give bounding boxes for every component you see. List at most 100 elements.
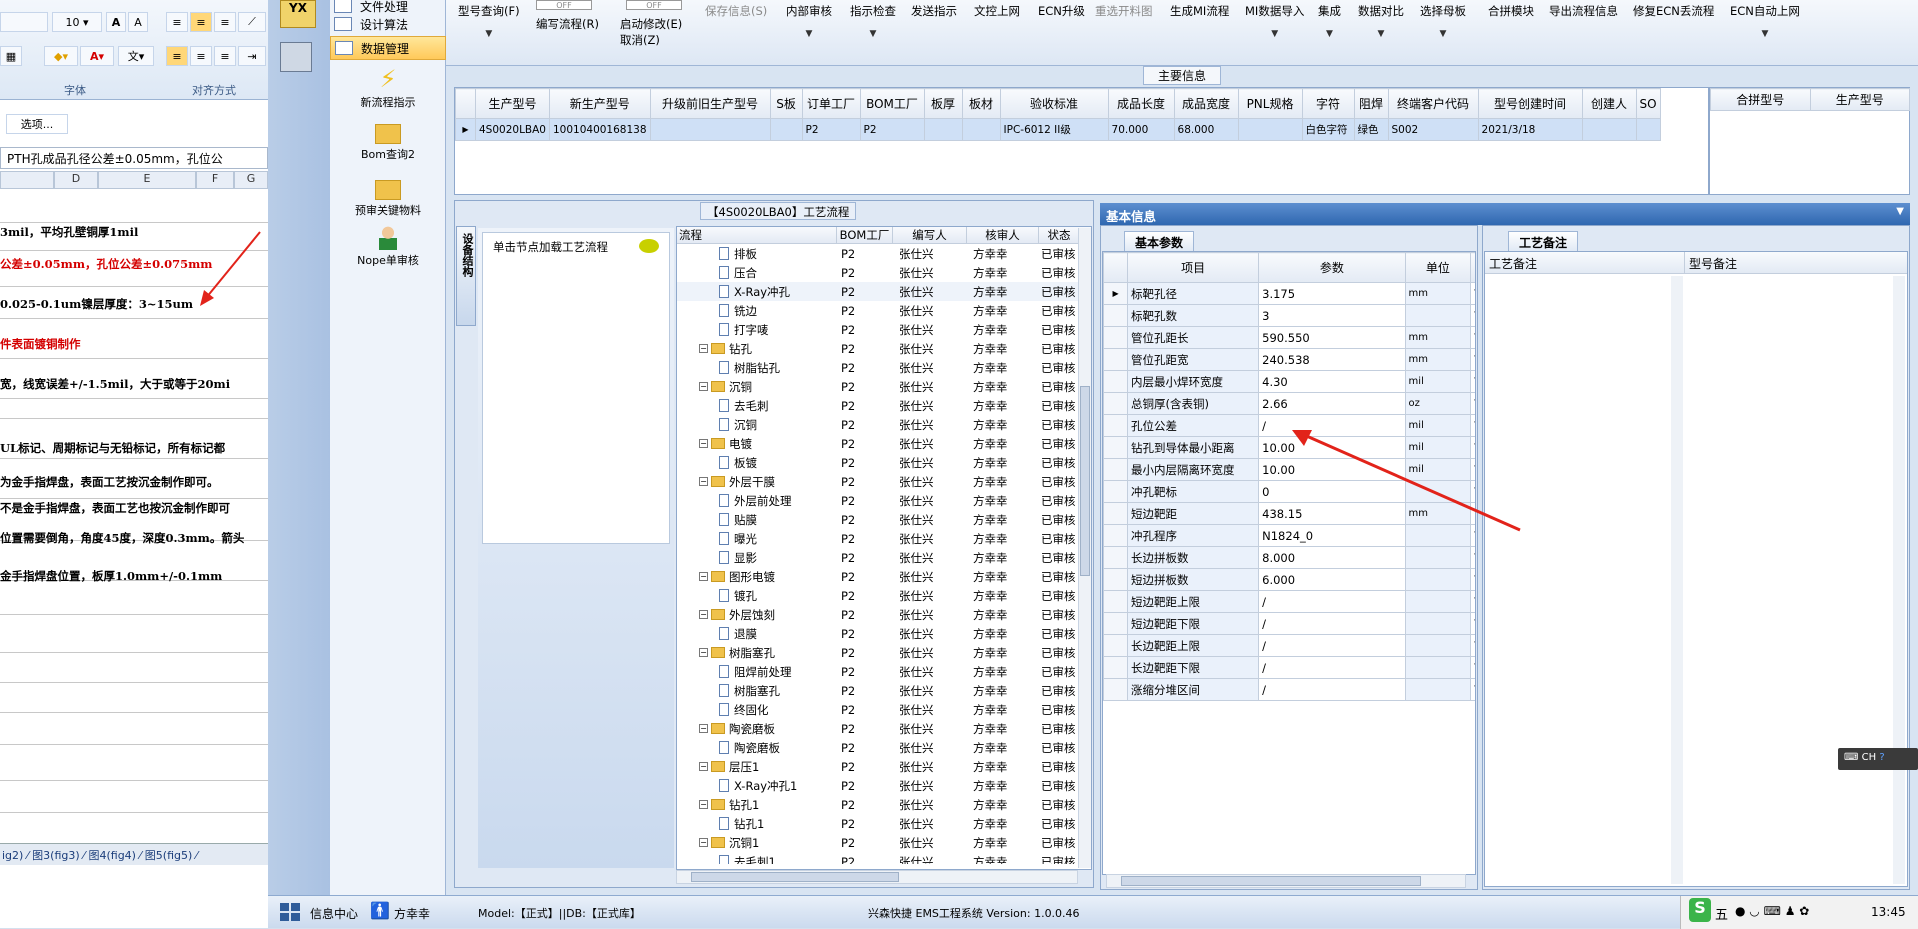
- formula-bar[interactable]: PTH孔成品孔径公差±0.05mm，孔位公: [0, 147, 268, 169]
- process-node[interactable]: 显影: [677, 550, 837, 566]
- process-tree-row[interactable]: − 陶瓷磨板 P2 张仕兴 方幸幸 已审核: [677, 719, 1091, 738]
- main-info-cell[interactable]: [649, 118, 771, 141]
- process-tree-row[interactable]: 显影 P2 张仕兴 方幸幸 已审核: [677, 548, 1091, 567]
- process-tree-row[interactable]: 铣边 P2 张仕兴 方幸幸 已审核: [677, 301, 1091, 320]
- process-node[interactable]: − 图形电镀: [677, 569, 837, 585]
- toolbar-button-10[interactable]: 生成MI流程: [1170, 3, 1229, 19]
- collapse-toggle-icon[interactable]: −: [699, 838, 708, 847]
- param-value[interactable]: 590.550: [1258, 326, 1406, 349]
- process-tree-row[interactable]: 外层前处理 P2 张仕兴 方幸幸 已审核: [677, 491, 1091, 510]
- collapse-toggle-icon[interactable]: −: [699, 477, 708, 486]
- ime-wubi[interactable]: 五: [1715, 904, 1728, 923]
- main-info-cell[interactable]: P2: [859, 118, 925, 141]
- toolbar-button-0[interactable]: 型号查询(F) ▼: [458, 3, 520, 39]
- main-col-header[interactable]: 订单工厂: [801, 88, 861, 119]
- main-info-cell[interactable]: [769, 118, 803, 141]
- basic-param-row[interactable]: 内层最小焊环宽度4.30milY: [1103, 370, 1475, 393]
- excel-cell-text[interactable]: 金手指焊盘位置，板厚1.0mm+/-0.1mm: [0, 568, 222, 584]
- main-col-header[interactable]: 板材: [961, 88, 1001, 119]
- nav-prereview-material[interactable]: 预审关键物料: [330, 176, 446, 218]
- basic-param-row[interactable]: 管位孔距宽240.538mmY: [1103, 348, 1475, 371]
- process-node[interactable]: X-Ray冲孔1: [677, 778, 837, 794]
- process-node[interactable]: 终固化: [677, 702, 837, 718]
- excel-cell-text[interactable]: 件表面镀铜制作: [0, 336, 81, 352]
- ime-s-logo-icon[interactable]: S: [1689, 898, 1711, 922]
- process-node[interactable]: 板镀: [677, 455, 837, 471]
- process-node[interactable]: − 钻孔: [677, 341, 837, 357]
- param-value[interactable]: /: [1258, 612, 1406, 635]
- main-col-header[interactable]: 字符: [1301, 88, 1355, 119]
- process-node[interactable]: 钻孔1: [677, 816, 837, 832]
- main-info-cell[interactable]: P2: [801, 118, 861, 141]
- help-icon[interactable]: ?: [1879, 752, 1884, 763]
- main-info-cell[interactable]: [1581, 118, 1637, 141]
- tray-icons[interactable]: ● ◡ ⌨ ♟ ✿: [1735, 904, 1809, 918]
- col-status[interactable]: 状态: [1039, 227, 1079, 243]
- process-node[interactable]: 贴膜: [677, 512, 837, 528]
- scroll-thumb[interactable]: [691, 872, 899, 882]
- toolbar-button-5[interactable]: 指示检查 ▼: [850, 3, 896, 39]
- main-info-cell[interactable]: S002: [1387, 118, 1479, 141]
- remarks-scrollbar-1[interactable]: [1671, 276, 1683, 884]
- main-col-header[interactable]: 生产型号: [475, 88, 550, 119]
- collapse-toggle-icon[interactable]: −: [699, 610, 708, 619]
- main-info-cell[interactable]: 白色字符: [1301, 118, 1355, 141]
- nav-bom-query[interactable]: Bom查询2: [330, 120, 446, 162]
- off-toggle-1[interactable]: OFF: [536, 0, 592, 10]
- process-tree-row[interactable]: 去毛刺1 P2 张仕兴 方幸幸 已审核: [677, 852, 1091, 864]
- process-tree-row[interactable]: 压合 P2 张仕兴 方幸幸 已审核: [677, 263, 1091, 282]
- toolbar-button-13[interactable]: 数据对比 ▼: [1358, 3, 1404, 39]
- col-reviewer[interactable]: 核审人: [967, 227, 1039, 243]
- main-info-cell[interactable]: 4S0020LBA0: [475, 118, 550, 141]
- process-tree-row[interactable]: X-Ray冲孔1 P2 张仕兴 方幸幸 已审核: [677, 776, 1091, 795]
- ime-floating-bar[interactable]: ⌨ CH ?: [1838, 748, 1918, 770]
- main-info-cell[interactable]: IPC-6012 II级: [999, 118, 1109, 141]
- process-tree-row[interactable]: 曝光 P2 张仕兴 方幸幸 已审核: [677, 529, 1091, 548]
- basic-param-row[interactable]: ▶标靶孔径3.175mmY: [1103, 282, 1475, 305]
- main-info-cell[interactable]: [961, 118, 1001, 141]
- process-node[interactable]: 镀孔: [677, 588, 837, 604]
- process-tree-row[interactable]: 沉铜 P2 张仕兴 方幸幸 已审核: [677, 415, 1091, 434]
- process-node[interactable]: 打字唛: [677, 322, 837, 338]
- process-tree-row[interactable]: − 钻孔 P2 张仕兴 方幸幸 已审核: [677, 339, 1091, 358]
- process-tree-row[interactable]: 陶瓷磨板 P2 张仕兴 方幸幸 已审核: [677, 738, 1091, 757]
- toolbar-button-11[interactable]: MI数据导入 ▼: [1245, 3, 1304, 39]
- nav-nope-review[interactable]: Nope单审核: [330, 226, 446, 268]
- basic-param-row[interactable]: 管位孔距长590.550mmY: [1103, 326, 1475, 349]
- dropdown-arrow-icon[interactable]: ▼: [1245, 29, 1304, 39]
- nav-new-process[interactable]: ⚡ 新流程指示: [330, 64, 446, 110]
- process-node[interactable]: 树脂塞孔: [677, 683, 837, 699]
- process-node[interactable]: 沉铜: [677, 417, 837, 433]
- toolbar-button-3[interactable]: 保存信息(S): [705, 3, 767, 19]
- process-node[interactable]: 阻焊前处理: [677, 664, 837, 680]
- main-col-header[interactable]: 验收标准: [999, 88, 1109, 119]
- align-top-button[interactable]: ≡: [166, 12, 188, 32]
- main-info-cell[interactable]: [923, 118, 963, 141]
- calculator-icon[interactable]: [280, 42, 312, 72]
- align-middle-button[interactable]: ≡: [190, 12, 212, 32]
- dropdown-arrow-icon[interactable]: ▼: [1730, 29, 1800, 39]
- dropdown-arrow-icon[interactable]: ▼: [786, 29, 832, 39]
- process-tree-row[interactable]: 贴膜 P2 张仕兴 方幸幸 已审核: [677, 510, 1091, 529]
- toolbar-button-9[interactable]: 重选开料图: [1095, 3, 1153, 19]
- process-node[interactable]: 退膜: [677, 626, 837, 642]
- process-node[interactable]: 树脂钻孔: [677, 360, 837, 376]
- main-col-header[interactable]: 型号创建时间: [1477, 88, 1583, 119]
- collapse-arrow-icon[interactable]: ▼: [1896, 206, 1904, 217]
- indent-button[interactable]: ⇥: [238, 46, 266, 66]
- collapse-toggle-icon[interactable]: −: [699, 344, 708, 353]
- main-col-header[interactable]: 升级前旧生产型号: [649, 88, 771, 119]
- process-tree-row[interactable]: − 外层蚀刻 P2 张仕兴 方幸幸 已审核: [677, 605, 1091, 624]
- excel-cell-text[interactable]: 宽，线宽误差+/-1.5mil，大于或等于20mi: [0, 376, 230, 392]
- process-node[interactable]: 去毛刺1: [677, 854, 837, 864]
- main-col-header[interactable]: BOM工厂: [859, 88, 925, 119]
- param-value[interactable]: /: [1258, 678, 1406, 701]
- basic-col-header[interactable]: 项目: [1127, 252, 1260, 283]
- fill-color-button[interactable]: ◆▾: [44, 46, 78, 66]
- basic-param-row[interactable]: 短边靶距下限/ Y: [1103, 612, 1475, 635]
- dropdown-arrow-icon[interactable]: ▼: [458, 29, 520, 39]
- toolbar-button-12[interactable]: 集成 ▼: [1318, 3, 1341, 39]
- param-value[interactable]: /: [1258, 590, 1406, 613]
- col-header-d[interactable]: D: [54, 171, 98, 189]
- process-tree-row[interactable]: − 外层干膜 P2 张仕兴 方幸幸 已审核: [677, 472, 1091, 491]
